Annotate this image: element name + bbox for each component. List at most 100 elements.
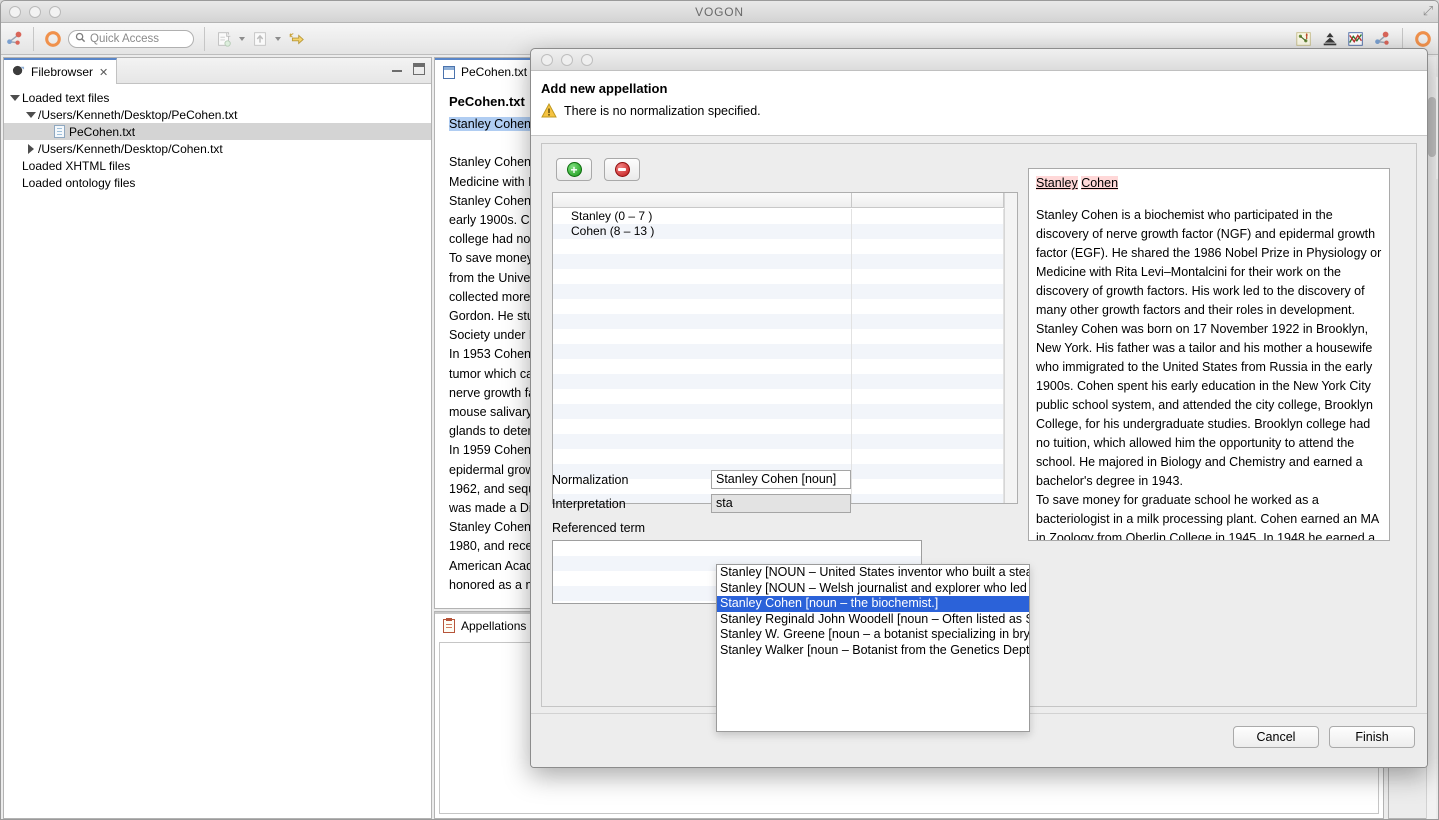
filebrowser-tab-label: Filebrowser <box>31 65 94 79</box>
dialog-minimize-icon[interactable] <box>561 54 573 66</box>
cell-divider <box>851 299 852 314</box>
table-row[interactable] <box>553 314 1017 329</box>
annotate-icon[interactable] <box>287 30 305 48</box>
tree-item[interactable]: /Users/Kenneth/Desktop/Cohen.txt <box>4 140 431 157</box>
minimize-view-icon[interactable] <box>391 63 403 75</box>
cell-divider <box>851 389 852 404</box>
table-cell-term: Cohen (8 – 13 ) <box>571 224 655 238</box>
quick-access-input[interactable]: Quick Access <box>68 30 194 48</box>
cell-divider <box>851 434 852 449</box>
interpretation-dropdown-list[interactable]: Stanley [NOUN – United States inventor w… <box>716 564 1030 732</box>
cell-divider <box>851 479 852 494</box>
export-icon[interactable] <box>251 30 269 48</box>
table-row[interactable] <box>553 284 1017 299</box>
terms-table-scrollbar[interactable] <box>1004 193 1017 503</box>
dialog-zoom-icon[interactable] <box>581 54 593 66</box>
table-row[interactable] <box>553 344 1017 359</box>
referenced-term-row: Referenced term <box>552 518 645 538</box>
add-appellation-button[interactable]: + <box>556 158 592 181</box>
dropdown-item[interactable]: Stanley W. Greene [noun – a botanist spe… <box>717 627 1029 643</box>
table-row[interactable] <box>553 359 1017 374</box>
table-row[interactable] <box>553 299 1017 314</box>
preview-title-word-1: Stanley <box>1036 176 1078 190</box>
table-row[interactable] <box>553 254 1017 269</box>
cell-divider <box>851 329 852 344</box>
screen-root: VOGON ⤢ Quick Access Filebrowser ✕ Loade… <box>0 0 1439 820</box>
terms-table[interactable]: Stanley (0 – 7 ) Cohen (8 – 13 ) <box>552 192 1018 504</box>
table-row[interactable]: Stanley (0 – 7 ) <box>553 209 1017 224</box>
cell-divider <box>851 464 852 479</box>
referenced-term-row[interactable] <box>553 541 921 556</box>
tree-item-label: /Users/Kenneth/Desktop/Cohen.txt <box>38 141 223 156</box>
column-divider-1[interactable] <box>851 193 852 207</box>
referenced-term-label: Referenced term <box>552 521 646 535</box>
preview-paragraph-1: Stanley Cohen is a biochemist who partic… <box>1036 208 1382 317</box>
table-cell-term: Stanley (0 – 7 ) <box>571 209 653 223</box>
cell-divider <box>851 374 852 389</box>
chevron-down-icon[interactable] <box>26 110 36 120</box>
normalization-field[interactable]: Stanley Cohen [noun] <box>711 470 851 489</box>
table-row[interactable] <box>553 419 1017 434</box>
dialog-titlebar[interactable] <box>531 49 1427 71</box>
open-perspective-icon[interactable] <box>1414 30 1432 48</box>
table-row[interactable] <box>553 434 1017 449</box>
tab-pecohen-txt[interactable]: PeCohen.txt <box>435 58 537 84</box>
close-icon[interactable]: ✕ <box>99 66 108 79</box>
graph-perspective-icon[interactable] <box>1295 30 1313 48</box>
file-icon <box>54 125 65 138</box>
cell-divider <box>851 419 852 434</box>
chevron-down-icon[interactable] <box>10 93 20 103</box>
scrollbar-thumb[interactable] <box>1428 97 1436 157</box>
cancel-button[interactable]: Cancel <box>1233 726 1319 748</box>
dialog-message-row: There is no normalization specified. <box>541 102 1427 118</box>
tree-item[interactable]: Loaded XHTML files <box>4 157 431 174</box>
new-wizard-dropdown-arrow[interactable] <box>239 37 245 41</box>
maximize-view-icon[interactable] <box>413 63 425 75</box>
dropdown-item[interactable]: Stanley Cohen [noun – the biochemist.] <box>717 596 1029 612</box>
tree-item-label: Loaded text files <box>22 90 110 105</box>
interpretation-label: Interpretation <box>552 497 626 511</box>
preview-paragraph-2: Stanley Cohen was born on 17 November 19… <box>1036 322 1373 488</box>
hierarchy-perspective-icon[interactable] <box>1321 30 1339 48</box>
network-perspective-icon[interactable] <box>1373 30 1391 48</box>
table-row[interactable] <box>553 404 1017 419</box>
chevron-right-icon[interactable] <box>26 143 36 154</box>
tree-item-label: PeCohen.txt <box>69 124 136 139</box>
dialog-close-icon[interactable] <box>541 54 553 66</box>
dropdown-item[interactable]: Stanley [NOUN – Welsh journalist and exp… <box>717 581 1029 597</box>
table-row[interactable] <box>553 374 1017 389</box>
interpretation-input[interactable]: sta <box>711 494 851 513</box>
dropdown-item[interactable]: Stanley Walker [noun – Botanist from the… <box>717 643 1029 659</box>
new-wizard-icon[interactable] <box>215 30 233 48</box>
table-row[interactable] <box>553 269 1017 284</box>
tree-item[interactable]: Loaded text files <box>4 89 431 106</box>
tree-item[interactable]: Loaded ontology files <box>4 174 431 191</box>
dialog-message: There is no normalization specified. <box>564 103 761 118</box>
export-dropdown-arrow[interactable] <box>275 37 281 41</box>
quick-access-placeholder: Quick Access <box>90 33 160 45</box>
chart-perspective-icon[interactable] <box>1347 30 1365 48</box>
file-tree[interactable]: Loaded text files/Users/Kenneth/Desktop/… <box>4 84 431 818</box>
terms-table-body[interactable]: Stanley (0 – 7 ) Cohen (8 – 13 ) <box>553 209 1017 503</box>
clipboard-icon <box>443 618 455 633</box>
tab-appellations[interactable]: Appellations <box>435 612 536 638</box>
text-preview-panel[interactable]: Stanley Cohen Stanley Cohen is a biochem… <box>1028 168 1390 541</box>
tree-item[interactable]: PeCohen.txt <box>4 123 431 140</box>
dropdown-item[interactable]: Stanley Reginald John Woodell [noun – Of… <box>717 612 1029 628</box>
table-row[interactable] <box>553 449 1017 464</box>
dialog-title: Add new appellation <box>541 81 668 96</box>
table-row[interactable] <box>553 239 1017 254</box>
table-row[interactable] <box>553 389 1017 404</box>
circle-orange-icon[interactable] <box>44 30 62 48</box>
terms-table-header[interactable] <box>553 193 1017 208</box>
tree-item[interactable]: /Users/Kenneth/Desktop/PeCohen.txt <box>4 106 431 123</box>
resize-corner-icon[interactable]: ⤢ <box>1421 4 1435 18</box>
tab-filebrowser[interactable]: Filebrowser ✕ <box>4 58 118 84</box>
remove-appellation-button[interactable] <box>604 158 640 181</box>
finish-button[interactable]: Finish <box>1329 726 1415 748</box>
table-row[interactable]: Cohen (8 – 13 ) <box>553 224 1017 239</box>
dialog-traffic-lights[interactable] <box>541 54 593 66</box>
table-row[interactable] <box>553 329 1017 344</box>
dropdown-item[interactable]: Stanley [NOUN – United States inventor w… <box>717 565 1029 581</box>
